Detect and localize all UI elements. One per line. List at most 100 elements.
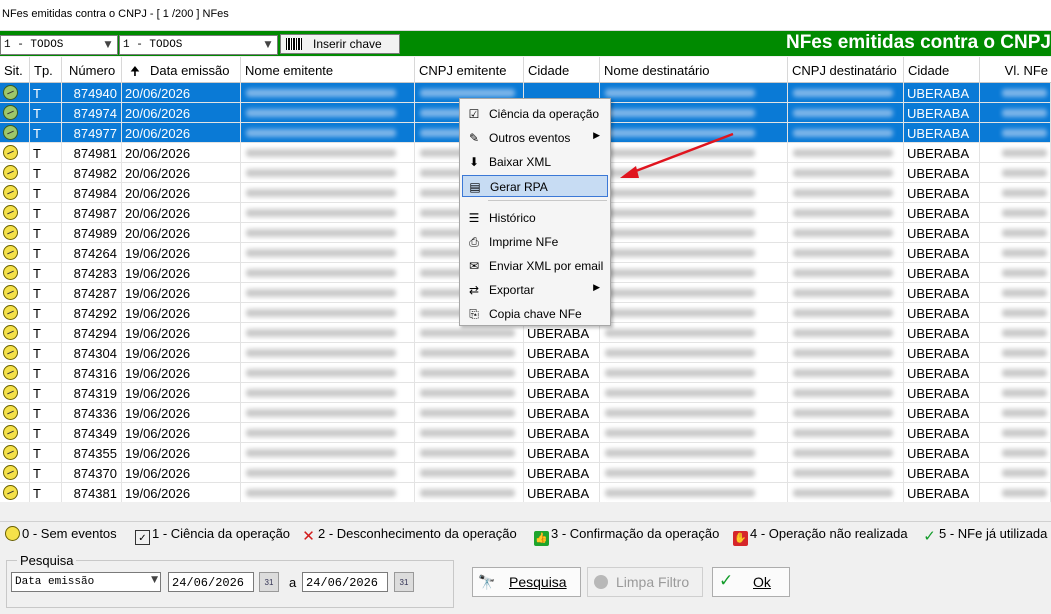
- col-header-cidade-destinatario[interactable]: Cidade: [904, 57, 980, 83]
- date-from-field[interactable]: 24/06/2026: [168, 572, 254, 592]
- table-row[interactable]: T 874316 19/06/2026 UBERABA UBERABA: [0, 363, 1051, 383]
- cell-numero: 874977: [62, 123, 122, 143]
- search-group-label: Pesquisa: [17, 553, 77, 568]
- toolbar-title: NFes emitidas contra o CNPJ: [785, 32, 1051, 53]
- col-header-tp[interactable]: Tp.: [30, 57, 62, 83]
- redacted-text: [605, 309, 755, 317]
- redacted-cell: [980, 363, 1051, 383]
- col-header-data-label: Data emissão: [150, 63, 230, 78]
- col-header-cidade-emitente[interactable]: Cidade: [524, 57, 600, 83]
- redacted-text: [793, 469, 893, 477]
- table-row[interactable]: T 874319 19/06/2026 UBERABA UBERABA: [0, 383, 1051, 403]
- table-row[interactable]: T 874370 19/06/2026 UBERABA UBERABA: [0, 463, 1051, 483]
- calendar-icon[interactable]: 31: [259, 572, 279, 592]
- cell-numero: 874287: [62, 283, 122, 303]
- menu-item-exportar[interactable]: ⇄ Exportar ▶: [462, 279, 608, 301]
- cell-cidade2: UBERABA: [904, 423, 980, 443]
- col-header-data[interactable]: 🠉 Data emissão: [122, 57, 241, 83]
- redacted-text: [246, 189, 396, 197]
- table-row[interactable]: T 874336 19/06/2026 UBERABA UBERABA: [0, 403, 1051, 423]
- menu-item-ci-ncia-da-opera-o[interactable]: ☑ Ciência da operação: [462, 103, 608, 125]
- chevron-down-icon[interactable]: ▼: [151, 575, 158, 585]
- redacted-cell: [788, 443, 904, 463]
- redacted-text: [246, 249, 396, 257]
- table-row[interactable]: T 874355 19/06/2026 UBERABA UBERABA: [0, 443, 1051, 463]
- table-row[interactable]: T 874294 19/06/2026 UBERABA UBERABA: [0, 323, 1051, 343]
- cell-cidade2: UBERABA: [904, 383, 980, 403]
- filter-combo-1[interactable]: 1 - TODOS ▼: [0, 35, 118, 55]
- redacted-cell: [241, 463, 415, 483]
- chevron-down-icon[interactable]: ▼: [261, 38, 275, 52]
- redacted-text: [1002, 489, 1047, 497]
- toolbar: 1 - TODOS ▼ 1 - TODOS ▼ Inserir chave NF…: [0, 31, 1051, 56]
- redacted-text: [605, 189, 755, 197]
- cell-data: 20/06/2026: [122, 143, 241, 163]
- red-x-icon: ✕: [302, 528, 315, 545]
- col-header-nome-emitente[interactable]: Nome emitente: [241, 57, 415, 83]
- ok-button[interactable]: ✓ Ok: [712, 567, 790, 597]
- cell-tp: T: [30, 143, 62, 163]
- menu-item-copia-chave-nfe[interactable]: ⎘ Copia chave NFe: [462, 303, 608, 325]
- col-header-sit[interactable]: Sit.: [0, 57, 30, 83]
- cell-numero: 874370: [62, 463, 122, 483]
- redacted-cell: [980, 343, 1051, 363]
- cell-data: 19/06/2026: [122, 363, 241, 383]
- col-header-cnpj-destinatario[interactable]: CNPJ destinatário: [788, 57, 904, 83]
- menu-item-imprime-nfe[interactable]: ⎙ Imprime NFe: [462, 231, 608, 253]
- redacted-text: [420, 429, 515, 437]
- cell-cidade2: UBERABA: [904, 483, 980, 502]
- redacted-cell: [600, 183, 788, 203]
- chevron-down-icon[interactable]: ▼: [101, 38, 115, 52]
- status-cell: [0, 343, 30, 363]
- copy-icon: ⎘: [469, 307, 479, 321]
- redacted-text: [793, 169, 893, 177]
- cell-numero: 874355: [62, 443, 122, 463]
- redacted-text: [246, 489, 396, 497]
- redacted-cell: [600, 483, 788, 502]
- col-header-nome-destinatario[interactable]: Nome destinatário: [600, 57, 788, 83]
- email-icon: ✉: [468, 259, 480, 273]
- menu-item-outros-eventos[interactable]: ✎ Outros eventos ▶: [462, 127, 608, 149]
- cell-tp: T: [30, 203, 62, 223]
- redacted-text: [246, 309, 396, 317]
- menu-item-enviar-xml-por-email[interactable]: ✉ Enviar XML por email: [462, 255, 608, 277]
- cell-cidade1: UBERABA: [524, 323, 600, 343]
- col-header-numero[interactable]: Número: [62, 57, 122, 83]
- menu-item-baixar-xml[interactable]: ⬇ Baixar XML: [462, 151, 608, 173]
- legend-item: ✓ 1 - Ciência da operação: [135, 526, 290, 545]
- menu-item-label: Ciência da operação: [489, 107, 600, 121]
- table-row[interactable]: T 874349 19/06/2026 UBERABA UBERABA: [0, 423, 1051, 443]
- no-events-icon: [3, 85, 18, 100]
- redacted-cell: [788, 163, 904, 183]
- redacted-text: [420, 89, 515, 97]
- cell-data: 20/06/2026: [122, 163, 241, 183]
- table-row[interactable]: T 874381 19/06/2026 UBERABA UBERABA: [0, 483, 1051, 502]
- redacted-text: [246, 469, 396, 477]
- table-row[interactable]: T 874304 19/06/2026 UBERABA UBERABA: [0, 343, 1051, 363]
- insert-key-label: Inserir chave: [313, 37, 382, 51]
- redacted-text: [1002, 129, 1047, 137]
- date-to-field[interactable]: 24/06/2026: [302, 572, 388, 592]
- clear-filter-button[interactable]: Limpa Filtro: [587, 567, 703, 597]
- col-header-cnpj-emitente[interactable]: CNPJ emitente: [415, 57, 524, 83]
- redacted-cell: [600, 343, 788, 363]
- redacted-text: [605, 409, 755, 417]
- search-button[interactable]: 🔭 Pesquisa: [472, 567, 581, 597]
- no-events-icon: [3, 485, 18, 500]
- insert-key-button[interactable]: Inserir chave: [280, 34, 400, 54]
- cell-cidade1: UBERABA: [524, 383, 600, 403]
- menu-item-hist-rico[interactable]: ☰ Histórico: [462, 207, 608, 229]
- search-field-combo[interactable]: Data emissão ▼: [11, 572, 161, 592]
- menu-item-gerar-rpa[interactable]: ▤ Gerar RPA: [462, 175, 608, 197]
- col-header-valor[interactable]: Vl. NFe: [980, 57, 1051, 83]
- cell-tp: T: [30, 243, 62, 263]
- redacted-text: [605, 209, 755, 217]
- redacted-text: [793, 229, 893, 237]
- menu-item-label: Histórico: [489, 211, 536, 225]
- redacted-cell: [241, 263, 415, 283]
- calendar-icon[interactable]: 31: [394, 572, 414, 592]
- filter-combo-2[interactable]: 1 - TODOS ▼: [119, 35, 278, 55]
- menu-item-label: Outros eventos: [489, 131, 571, 145]
- redacted-text: [605, 149, 755, 157]
- status-cell: [0, 303, 30, 323]
